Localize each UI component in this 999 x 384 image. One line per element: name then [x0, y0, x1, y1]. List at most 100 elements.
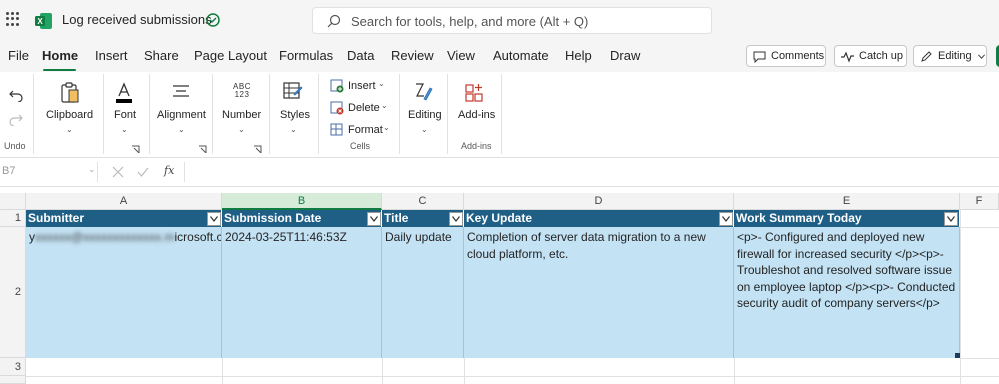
pencil-icon: [921, 50, 932, 62]
table-header-cell[interactable]: Submitter: [26, 210, 222, 227]
dialog-launcher-icon[interactable]: [132, 145, 140, 153]
saved-status-icon[interactable]: [206, 13, 220, 27]
table-cell-key-update[interactable]: Completion of server data migration to a…: [464, 227, 734, 358]
filter-dropdown-button[interactable]: [449, 212, 463, 226]
undo-icon[interactable]: [9, 88, 23, 102]
filter-dropdown-button[interactable]: [367, 212, 381, 226]
chevron-down-icon: [722, 216, 730, 222]
filter-dropdown-button[interactable]: [207, 212, 221, 226]
comments-label: Comments: [771, 50, 825, 62]
gridline: [26, 376, 999, 377]
ribbon-separator: [318, 74, 319, 154]
add-ins-button[interactable]: Add-ins: [458, 109, 495, 121]
document-title[interactable]: Log received submissions: [62, 12, 212, 27]
table-header-cell[interactable]: Work Summary Today: [734, 210, 960, 227]
table-header-cell[interactable]: Submission Date: [222, 210, 382, 227]
search-box[interactable]: Search for tools, help, and more (Alt + …: [312, 7, 712, 34]
add-ins-icon[interactable]: [465, 82, 485, 102]
column-header-f[interactable]: F: [960, 193, 999, 210]
row-header-4[interactable]: [0, 376, 26, 384]
gridline: [222, 358, 223, 384]
tab-view[interactable]: View: [447, 48, 475, 63]
chevron-down-icon: ⌄: [383, 123, 390, 132]
column-header-a[interactable]: A: [26, 193, 222, 210]
table-cell-work-summary[interactable]: <p>- Configured and deployed new firewal…: [734, 227, 960, 358]
name-box-value: B7: [2, 165, 16, 177]
tab-formulas[interactable]: Formulas: [279, 48, 333, 63]
editing-mode-button[interactable]: Editing: [913, 45, 987, 67]
chevron-down-icon: [977, 53, 985, 59]
column-header-e[interactable]: E: [734, 193, 960, 210]
table-cell-submission-date[interactable]: 2024-03-25T11:46:53Z: [222, 227, 382, 358]
styles-icon[interactable]: [283, 82, 303, 102]
styles-button[interactable]: Styles: [280, 109, 310, 121]
tab-home[interactable]: Home: [42, 48, 78, 63]
tab-share[interactable]: Share: [144, 48, 179, 63]
chevron-down-icon: ⌄: [121, 125, 128, 134]
select-all-corner[interactable]: [0, 193, 26, 210]
insert-function-button[interactable]: fx: [164, 164, 174, 177]
chevron-down-icon: ⌄: [381, 101, 388, 110]
insert-cells-icon: [330, 79, 344, 93]
chevron-down-icon: ⌄: [178, 125, 185, 134]
chevron-down-icon: ⌄: [66, 125, 73, 134]
filter-dropdown-button[interactable]: [944, 212, 958, 226]
clipboard-button[interactable]: Clipboard: [46, 109, 93, 121]
delete-cells-button[interactable]: Delete: [348, 102, 380, 114]
enter-icon[interactable]: [137, 166, 149, 178]
catch-up-label: Catch up: [859, 50, 904, 62]
align-icon[interactable]: [172, 84, 190, 100]
active-tab-indicator: [43, 69, 76, 71]
app-launcher-icon[interactable]: [6, 12, 20, 26]
editing-icon[interactable]: [414, 82, 434, 104]
formula-input[interactable]: [184, 162, 999, 182]
tab-data[interactable]: Data: [347, 48, 374, 63]
ribbon-separator: [212, 74, 213, 154]
cells-group-label: Cells: [350, 141, 371, 151]
chevron-down-icon: ⌄: [88, 164, 96, 174]
tab-automate[interactable]: Automate: [493, 48, 549, 63]
row-header-1[interactable]: 1: [0, 210, 26, 227]
font-button[interactable]: Font: [114, 109, 136, 121]
table-cell-title[interactable]: Daily update: [382, 227, 464, 358]
column-header-d[interactable]: D: [464, 193, 734, 210]
chevron-down-icon: [452, 216, 460, 222]
row-header-2[interactable]: 2: [0, 227, 26, 358]
editing-button[interactable]: Editing: [408, 109, 442, 121]
cancel-icon[interactable]: [112, 166, 124, 178]
tab-insert[interactable]: Insert: [95, 48, 128, 63]
name-box[interactable]: B7 ⌄: [0, 162, 98, 182]
chevron-down-icon: [210, 216, 218, 222]
column-header-c[interactable]: C: [382, 193, 464, 210]
excel-logo-icon: X: [35, 13, 52, 29]
ribbon-separator: [447, 74, 448, 154]
alignment-button[interactable]: Alignment: [157, 109, 206, 121]
format-cells-button[interactable]: Format: [348, 124, 383, 136]
dialog-launcher-icon[interactable]: [254, 145, 262, 153]
column-header-b[interactable]: B: [222, 193, 382, 210]
tab-help[interactable]: Help: [565, 48, 592, 63]
table-header-cell[interactable]: Key Update: [464, 210, 734, 227]
filter-dropdown-button[interactable]: [719, 212, 733, 226]
comments-button[interactable]: Comments: [746, 45, 826, 67]
format-cells-icon: [330, 123, 343, 136]
redo-icon[interactable]: [9, 112, 23, 126]
editing-label: Editing: [938, 50, 972, 62]
add-ins-group-label: Add-ins: [461, 141, 492, 151]
gridline: [734, 358, 735, 384]
ribbon-separator: [33, 74, 34, 154]
search-input[interactable]: Search for tools, help, and more (Alt + …: [351, 14, 588, 29]
number-format-icon[interactable]: ABC 123: [231, 83, 253, 99]
tab-page-layout[interactable]: Page Layout: [194, 48, 267, 63]
insert-cells-button[interactable]: Insert: [348, 80, 376, 92]
tab-review[interactable]: Review: [391, 48, 434, 63]
clipboard-icon[interactable]: [60, 82, 80, 104]
tab-draw[interactable]: Draw: [610, 48, 640, 63]
row-header-3[interactable]: 3: [0, 358, 26, 376]
dialog-launcher-icon[interactable]: [199, 145, 207, 153]
tab-file[interactable]: File: [8, 48, 29, 63]
font-color-icon[interactable]: [115, 82, 133, 104]
table-cell-submitter[interactable]: yxxxxxx@xxxxxxxxxxxxx.microsoft.com: [26, 227, 222, 358]
catch-up-button[interactable]: Catch up: [834, 45, 907, 67]
number-button[interactable]: Number: [222, 109, 261, 121]
